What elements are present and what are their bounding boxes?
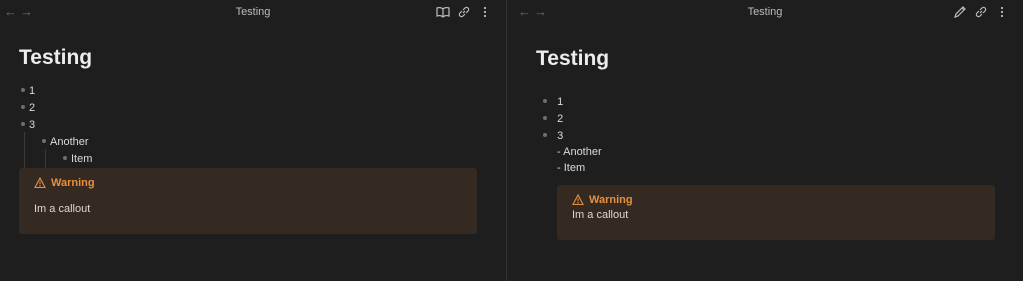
tab-title: Testing: [235, 6, 271, 18]
tab-title: Testing: [747, 6, 783, 18]
text-line: - Another: [557, 146, 602, 158]
left-pane: ← → Testing Testing 1 2 3 Another Item W…: [0, 0, 507, 281]
indent-guide: [45, 149, 46, 168]
bullet-icon: [543, 133, 547, 138]
list-item: 3: [543, 130, 563, 142]
warning-icon: [572, 194, 584, 206]
right-topbar: ← → Testing: [507, 0, 1023, 26]
page-heading: Testing: [536, 47, 610, 70]
bullet-icon: [21, 105, 25, 110]
callout-text: Im a callout: [572, 209, 629, 221]
callout-title: Warning: [572, 194, 633, 206]
bullet-icon: [543, 116, 547, 121]
warning-callout: Warning Im a callout: [557, 185, 995, 240]
warning-callout: Warning Im a callout: [19, 168, 477, 234]
bullet-icon: [42, 139, 46, 144]
indent-guide: [24, 132, 25, 168]
list-item: 3: [21, 119, 35, 131]
warning-icon: [34, 177, 46, 189]
right-pane: ← → Testing Testing 1 2 3 - Another - It…: [507, 0, 1023, 281]
list-item: 1: [543, 96, 563, 108]
edit-icon[interactable]: [953, 5, 967, 19]
more-icon[interactable]: [995, 5, 1009, 19]
book-icon[interactable]: [436, 5, 450, 19]
list-item: 1: [21, 85, 35, 97]
text-line: - Item: [557, 162, 586, 174]
nested-list-item: Item: [63, 153, 92, 165]
callout-title: Warning: [34, 177, 95, 189]
actions: [953, 5, 1009, 19]
page-heading: Testing: [19, 46, 93, 69]
bullet-icon: [543, 99, 547, 104]
bullet-icon: [21, 122, 25, 127]
actions: [436, 5, 492, 19]
link-icon[interactable]: [974, 5, 988, 19]
link-icon[interactable]: [457, 5, 471, 19]
list-item: 2: [21, 102, 35, 114]
bullet-icon: [63, 156, 67, 161]
nested-list-item: Another: [42, 136, 89, 148]
bullet-icon: [21, 88, 25, 93]
callout-text: Im a callout: [34, 203, 91, 215]
list-item: 2: [543, 113, 563, 125]
more-icon[interactable]: [478, 5, 492, 19]
left-topbar: ← → Testing: [0, 0, 506, 26]
